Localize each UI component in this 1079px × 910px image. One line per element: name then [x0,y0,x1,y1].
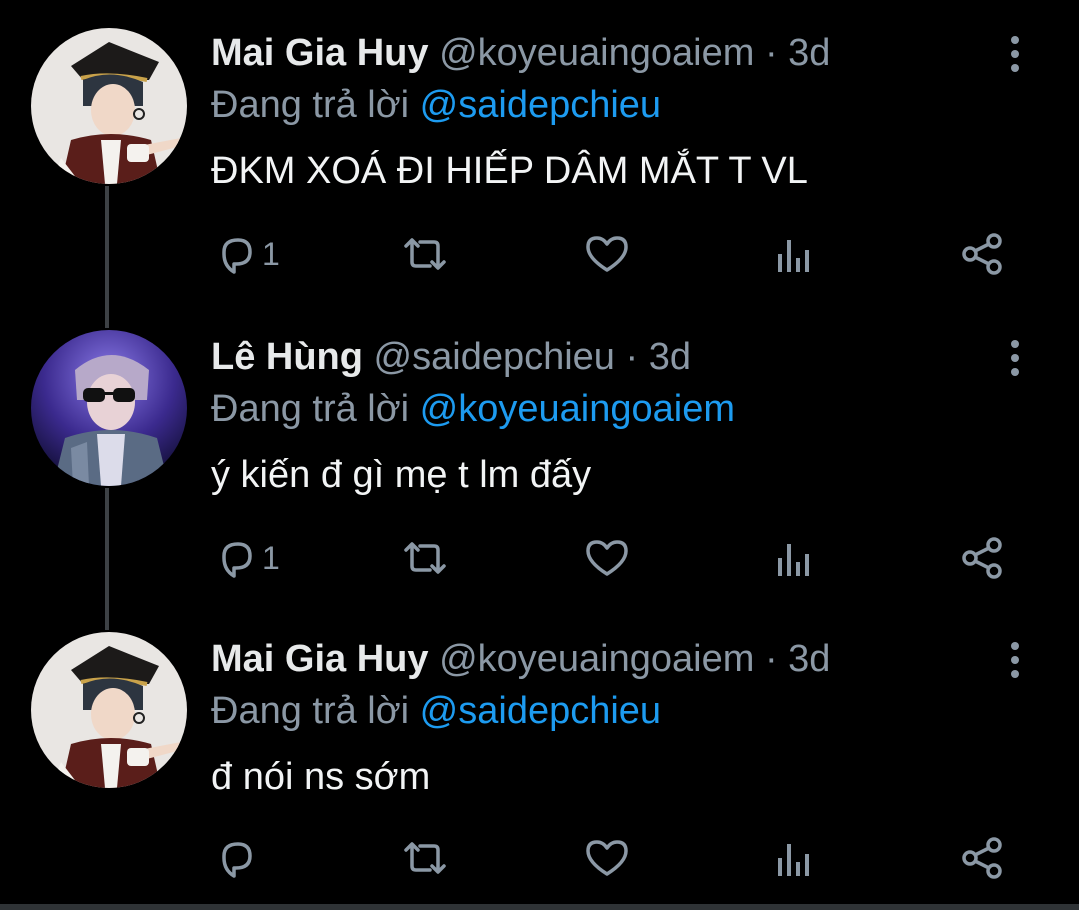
avatar[interactable] [31,28,187,184]
reply-button[interactable] [214,830,258,886]
user-handle[interactable]: @koyeuaingoaiem [439,638,754,680]
action-bar: 1 [0,226,1079,282]
separator-dot: · [625,336,639,378]
retweet-button[interactable] [398,226,452,282]
retweet-icon [404,542,446,574]
tweet-header: Lê Hùng @saidepchieu · 3d [211,334,691,380]
replying-to-line: Đang trả lời @saidepchieu [211,688,661,734]
views-button[interactable] [776,830,816,886]
reply-icon [222,542,252,578]
reply-count: 1 [262,539,280,576]
share-icon [962,537,1002,579]
separator-dot: · [764,638,778,680]
analytics-icon [778,544,809,576]
replying-prefix: Đang trả lời [211,388,410,430]
tweet-header: Mai Gia Huy @koyeuaingoaiem · 3d [211,636,830,682]
tweet[interactable]: Mai Gia Huy @koyeuaingoaiem · 3d Đang tr… [0,606,1079,904]
retweet-icon [404,238,446,270]
timestamp[interactable]: 3d [788,32,830,74]
more-options-button[interactable] [1000,338,1030,378]
display-name[interactable]: Mai Gia Huy [211,638,429,680]
heart-icon [586,840,628,876]
like-button[interactable] [584,530,630,586]
retweet-button[interactable] [398,830,452,886]
replying-mention-link[interactable]: @saidepchieu [420,84,661,126]
tweet-text: ý kiến đ gì mẹ t lm đấy [211,454,592,496]
more-vertical-icon [1011,642,1019,678]
tweet[interactable]: Mai Gia Huy @koyeuaingoaiem · 3d Đang tr… [0,0,1079,302]
share-icon [962,233,1002,275]
reply-button[interactable]: 1 [214,530,280,586]
more-options-button[interactable] [1000,640,1030,680]
timestamp[interactable]: 3d [788,638,830,680]
retweet-button[interactable] [398,530,452,586]
heart-icon [586,236,628,272]
more-options-button[interactable] [1000,34,1030,74]
replying-prefix: Đang trả lời [211,84,410,126]
share-button[interactable] [960,226,1004,282]
replying-mention-link[interactable]: @koyeuaingoaiem [420,388,735,430]
share-button[interactable] [960,830,1004,886]
tweet[interactable]: Lê Hùng @saidepchieu · 3d Đang trả lời @… [0,304,1079,606]
separator-dot: · [764,32,778,74]
like-button[interactable] [584,830,630,886]
like-button[interactable] [584,226,630,282]
retweet-icon [404,842,446,874]
user-handle[interactable]: @koyeuaingoaiem [439,32,754,74]
replying-to-line: Đang trả lời @koyeuaingoaiem [211,386,735,432]
display-name[interactable]: Lê Hùng [211,336,363,378]
reply-icon [222,238,252,274]
replying-prefix: Đang trả lời [211,690,410,732]
timestamp[interactable]: 3d [649,336,691,378]
views-button[interactable] [776,226,816,282]
replying-to-line: Đang trả lời @saidepchieu [211,82,661,128]
views-button[interactable] [776,530,816,586]
more-vertical-icon [1011,340,1019,376]
heart-icon [586,540,628,576]
action-bar [0,830,1079,886]
display-name[interactable]: Mai Gia Huy [211,32,429,74]
analytics-icon [778,844,809,876]
avatar[interactable] [31,632,187,788]
tweet-text: ĐKM XOÁ ĐI HIẾP DÂM MẮT T VL [211,150,808,192]
bottom-divider [0,904,1079,910]
avatar[interactable] [31,330,187,486]
share-button[interactable] [960,530,1004,586]
reply-icon [222,842,252,878]
share-icon [962,837,1002,879]
tweet-header: Mai Gia Huy @koyeuaingoaiem · 3d [211,30,830,76]
reply-button[interactable]: 1 [214,226,280,282]
replying-mention-link[interactable]: @saidepchieu [420,690,661,732]
reply-count: 1 [262,235,280,272]
tweet-text: đ nói ns sớm [211,756,431,798]
analytics-icon [778,240,809,272]
user-handle[interactable]: @saidepchieu [374,336,615,378]
action-bar: 1 [0,530,1079,586]
more-vertical-icon [1011,36,1019,72]
